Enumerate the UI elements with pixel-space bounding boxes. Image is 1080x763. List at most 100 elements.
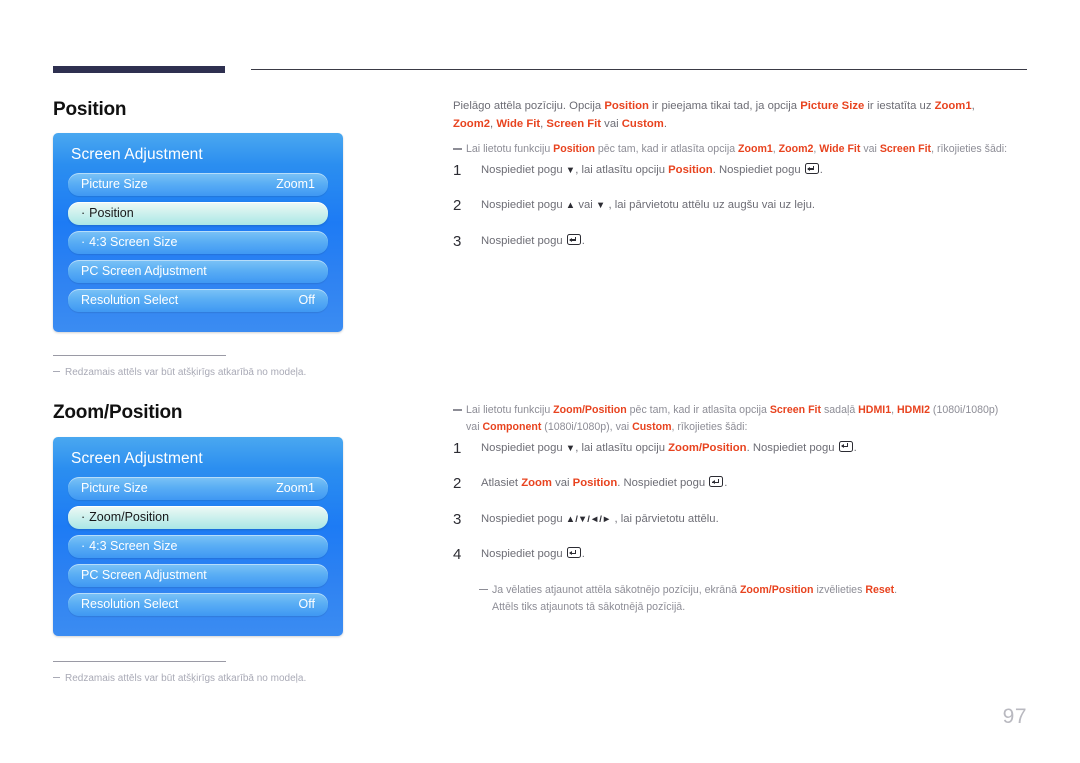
text-fragment: . [853,441,857,454]
text-fragment: pēc tam, kad ir atlasīta opcija [594,143,739,155]
step-number: 1 [453,439,462,457]
osd-menu-title: Screen Adjustment [71,450,203,467]
text-fragment: Nospiediet pogu [481,512,566,525]
osd-row-label: Resolution Select [81,596,179,611]
caption-divider [53,661,226,662]
osd-row-picture-size[interactable]: Picture Size Zoom1 [68,477,328,500]
highlight-term: Zoom1 [738,143,773,155]
highlight-term: Picture Size [800,100,865,112]
highlight-term: Zoom2 [778,143,814,155]
step-number: 2 [453,197,462,215]
header-thin-line [251,69,1027,70]
highlight-term: Zoom/Position [739,583,814,596]
body-text-position: Pielāgo attēla pozīciju. Opcija Position… [453,98,1013,268]
highlight-term: Screen Fit [546,117,602,130]
osd-row-label: Position [89,205,134,220]
page-title-zoom-position: Zoom/Position [53,402,183,423]
text-fragment: . [581,548,585,561]
text-fragment: Lai lietotu funkciju [466,143,554,155]
osd-row-label: Resolution Select [81,292,179,307]
text-fragment: Nospiediet pogu [481,199,566,212]
osd-row-value: Zoom1 [276,480,315,495]
arrow-up-icon: ▲ [565,200,576,212]
highlight-term: Screen Fit [769,404,822,416]
text-fragment: Attēls tiks atjaunots tā sākotnējā pozīc… [492,600,686,613]
step-item: 1 Nospiediet pogu ▼, lai atlasītu opciju… [453,162,1013,180]
text-fragment: ir iestatīta uz [864,100,935,112]
text-fragment: . [894,583,898,596]
osd-row-bullet-icon: · [81,538,86,553]
enter-key-icon [566,233,581,245]
osd-row-pc-screen-adjustment[interactable]: PC Screen Adjustment [68,564,328,587]
osd-row-label: Picture Size [81,480,148,495]
osd-menu-position[interactable]: Screen Adjustment Picture Size Zoom1 · P… [53,133,343,332]
caption-text-wrap: Redzamais attēls var būt atšķirīgs atkar… [53,367,353,378]
steps-list-position: 1 Nospiediet pogu ▼, lai atlasītu opciju… [453,162,1013,251]
text-fragment: . [581,234,585,247]
step-text: Atlasiet Zoom vai Position. Nospiediet p… [481,476,727,490]
osd-row-label: PC Screen Adjustment [81,263,207,278]
osd-row-4-3-screen-size[interactable]: · 4:3 Screen Size [68,535,328,558]
osd-row-position[interactable]: · Position [68,202,328,225]
step-item: 2 Atlasiet Zoom vai Position. Nospiediet… [453,475,1013,493]
note-position: Lai lietotu funkciju Position pēc tam, k… [453,141,1013,158]
text-fragment: sadaļā [821,404,859,416]
highlight-term: Custom [632,420,672,433]
arrow-down-icon: ▼ [595,200,606,212]
caption-text: Redzamais attēls var būt atšķirīgs atkar… [65,367,307,378]
osd-row-zoom-position[interactable]: · Zoom/Position [68,506,328,529]
osd-row-value: Zoom1 [276,176,315,191]
step-item: 2 Nospiediet pogu ▲ vai ▼ , lai pārvieto… [453,197,1013,215]
text-fragment: . [819,163,823,176]
text-fragment: . Nospiediet pogu [712,163,804,176]
highlight-term: HDMI1 [858,404,892,416]
step-text: Nospiediet pogu ▼, lai atlasītu opciju P… [481,162,823,176]
step-text: Nospiediet pogu ▼, lai atlasītu opciju Z… [481,440,857,454]
page-header-rule [53,66,1027,76]
text-fragment: , lai atlasītu opciju [575,163,669,176]
text-fragment: , [971,100,975,112]
osd-row-resolution-select[interactable]: Resolution Select Off [68,593,328,616]
text-fragment: Pielāgo attēla pozīciju. Opcija [453,100,605,112]
enter-key-icon [838,440,853,452]
highlight-term: Custom [621,117,664,130]
highlight-term: Component [482,420,542,433]
text-fragment: , lai atlasītu opciju [575,441,669,454]
figure-caption-1: Redzamais attēls var būt atšķirīgs atkar… [53,355,353,378]
text-fragment: izvēlieties [813,583,866,596]
text-fragment: vai [575,199,596,212]
step-item: 3 Nospiediet pogu ▲/▼/◄/► , lai pārvieto… [453,511,1013,529]
step-number: 2 [453,475,462,493]
osd-menu-zoom-position[interactable]: Screen Adjustment Picture Size Zoom1 · Z… [53,437,343,636]
highlight-term: Position [553,143,595,155]
osd-row-4-3-screen-size[interactable]: · 4:3 Screen Size [68,231,328,254]
body-text-zoom-position: Lai lietotu funkciju Zoom/Position pēc t… [453,402,1013,620]
osd-row-picture-size[interactable]: Picture Size Zoom1 [68,173,328,196]
steps-list-zoom-position: 1 Nospiediet pogu ▼, lai atlasītu opciju… [453,440,1013,564]
osd-row-bullet-icon: · [81,234,86,249]
highlight-term: Screen Fit [879,143,932,155]
step-item: 4 Nospiediet pogu . [453,546,1013,564]
caption-text-wrap: Redzamais attēls var būt atšķirīgs atkar… [53,673,353,684]
step-number: 4 [453,546,462,564]
osd-row-pc-screen-adjustment[interactable]: PC Screen Adjustment [68,260,328,283]
text-fragment: vai [601,117,622,130]
highlight-term: Wide Fit [819,143,861,155]
highlight-term: Zoom [521,477,552,490]
osd-menu-title: Screen Adjustment [71,146,203,163]
text-fragment: , lai pārvietotu attēlu uz augšu vai uz … [605,199,816,212]
step-text: Nospiediet pogu ▲ vai ▼ , lai pārvietotu… [481,199,815,211]
note-zoom-position: Lai lietotu funkciju Zoom/Position pēc t… [453,402,1013,436]
osd-row-resolution-select[interactable]: Resolution Select Off [68,289,328,312]
text-fragment: vai [860,143,880,155]
step-number: 3 [453,232,462,250]
highlight-term: Position [604,100,649,112]
text-fragment: . Nospiediet pogu [746,441,838,454]
step-item: 1 Nospiediet pogu ▼, lai atlasītu opciju… [453,440,1013,458]
page-number: 97 [1002,705,1027,728]
arrow-down-icon: ▼ [565,164,576,176]
intro-paragraph: Pielāgo attēla pozīciju. Opcija Position… [453,98,1013,133]
text-fragment: ir pieejama tikai tad, ja opcija [648,100,801,112]
text-fragment: . Nospiediet pogu [617,477,709,490]
note-dash-icon [479,588,488,591]
